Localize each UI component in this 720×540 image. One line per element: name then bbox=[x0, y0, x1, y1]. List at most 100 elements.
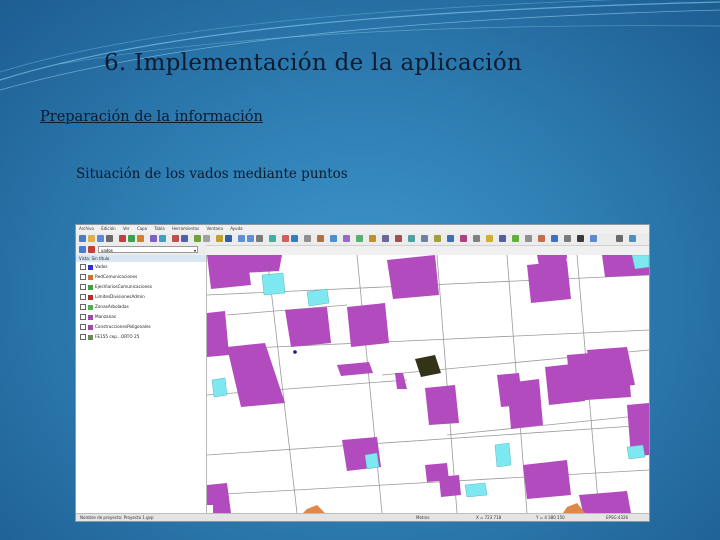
snap-icon[interactable] bbox=[421, 235, 428, 242]
menu-item-herramientas[interactable]: Herramientas bbox=[172, 226, 199, 231]
gis-application-screenshot: Archivo Edición Ver Capa Tabla Herramien… bbox=[75, 224, 650, 522]
settings-icon[interactable] bbox=[564, 235, 571, 242]
layer-label: EjesViariosComunicaciones bbox=[95, 284, 153, 289]
menu-item-ver[interactable]: Ver bbox=[123, 226, 130, 231]
layer-visibility-checkbox[interactable] bbox=[80, 314, 86, 320]
menu-item-tabla[interactable]: Tabla bbox=[154, 226, 164, 231]
status-y: Y = 4 380 150 bbox=[536, 515, 565, 520]
layer-item-vados[interactable]: Vados bbox=[80, 263, 108, 271]
hyperlink-icon[interactable] bbox=[317, 235, 324, 242]
full-extent-icon[interactable] bbox=[269, 235, 276, 242]
magnifier-icon[interactable] bbox=[590, 235, 597, 242]
layer-visibility-checkbox[interactable] bbox=[80, 334, 86, 340]
table-grid-icon[interactable] bbox=[577, 235, 584, 242]
undo-icon[interactable] bbox=[395, 235, 402, 242]
edit-icon[interactable] bbox=[172, 235, 179, 242]
delete-icon[interactable] bbox=[119, 235, 126, 242]
tool-icon[interactable] bbox=[525, 235, 532, 242]
new-icon[interactable] bbox=[79, 235, 86, 242]
rotate-icon[interactable] bbox=[473, 235, 480, 242]
geoprocess-icon[interactable] bbox=[356, 235, 363, 242]
select-icon[interactable] bbox=[225, 235, 232, 242]
open-icon[interactable] bbox=[88, 235, 95, 242]
layer-item-redcomunicaciones[interactable]: RedComunicaciones bbox=[80, 273, 137, 281]
layer-symbol-icon bbox=[88, 264, 93, 270]
secondary-toolbar: vados ▾ bbox=[76, 245, 206, 255]
layer-item-zonasarboladas[interactable]: ZonasArboladas bbox=[80, 303, 129, 311]
polygon-icon[interactable] bbox=[216, 235, 223, 242]
layer-visibility-checkbox[interactable] bbox=[80, 304, 86, 310]
map-view[interactable] bbox=[207, 255, 649, 513]
layer-item-limites[interactable]: LimitesDivisionesAdmin bbox=[80, 293, 145, 301]
layer-visibility-checkbox[interactable] bbox=[80, 294, 86, 300]
menu-item-archivo[interactable]: Archivo bbox=[79, 226, 94, 231]
zoom-out-icon[interactable] bbox=[247, 235, 254, 242]
point-icon[interactable] bbox=[194, 235, 201, 242]
layer-symbol-icon bbox=[88, 294, 93, 300]
layer-symbol-icon bbox=[88, 304, 93, 310]
line-icon[interactable] bbox=[203, 235, 210, 242]
menu-item-ventana[interactable]: Ventana bbox=[206, 226, 222, 231]
layer-select[interactable]: vados ▾ bbox=[98, 246, 198, 253]
layer-item-ejesviarios[interactable]: EjesViariosComunicaciones bbox=[80, 283, 152, 291]
menu-item-capa[interactable]: Capa bbox=[137, 226, 147, 231]
map-canvas[interactable] bbox=[207, 255, 649, 513]
layer-visibility-checkbox[interactable] bbox=[80, 284, 86, 290]
move-icon[interactable] bbox=[460, 235, 467, 242]
layer-symbol-icon bbox=[88, 314, 93, 320]
layer-symbol-icon bbox=[88, 284, 93, 290]
menu-item-edicion[interactable]: Edición bbox=[101, 226, 115, 231]
locator-icon[interactable] bbox=[330, 235, 337, 242]
save-icon[interactable] bbox=[97, 235, 104, 242]
slide-title: 6. Implementación de la aplicación bbox=[104, 50, 523, 76]
layer-select-value: vados bbox=[101, 248, 113, 253]
layout-icon[interactable] bbox=[159, 235, 166, 242]
web-icon[interactable] bbox=[551, 235, 558, 242]
pan-icon[interactable] bbox=[256, 235, 263, 242]
layer-item-manzanas[interactable]: Manzanas bbox=[80, 313, 116, 321]
search-icon[interactable] bbox=[499, 235, 506, 242]
query-icon[interactable] bbox=[382, 235, 389, 242]
menu-item-ayuda[interactable]: Ayuda bbox=[230, 226, 242, 231]
layer-visibility-checkbox[interactable] bbox=[80, 274, 86, 280]
status-bar: Nombre de proyecto: Proyecto 1.gvp Metro… bbox=[76, 513, 649, 521]
layer-label: ZonasArboladas bbox=[95, 304, 129, 309]
layer-item-construcciones[interactable]: ConstruccionesPoligonales bbox=[80, 323, 151, 331]
photo-icon[interactable] bbox=[538, 235, 545, 242]
print-icon[interactable] bbox=[106, 235, 113, 242]
area-icon[interactable] bbox=[304, 235, 311, 242]
export-icon[interactable] bbox=[512, 235, 519, 242]
grid-icon[interactable] bbox=[434, 235, 441, 242]
selected-building[interactable] bbox=[415, 355, 441, 377]
layer-icon[interactable] bbox=[79, 246, 86, 253]
bullet-text: Situación de los vados mediante puntos bbox=[76, 166, 348, 182]
layer-item-orto[interactable]: FE155 cep...ORTO 25 bbox=[80, 333, 139, 341]
status-x: X = 723 718 bbox=[476, 515, 502, 520]
layer-symbol-icon bbox=[88, 274, 93, 280]
info-icon[interactable] bbox=[282, 235, 289, 242]
filter-funnel-icon[interactable] bbox=[486, 235, 493, 242]
roadway-polygon bbox=[303, 505, 325, 513]
redo-icon[interactable] bbox=[408, 235, 415, 242]
help-icon[interactable] bbox=[616, 235, 623, 242]
menu-bar: Archivo Edición Ver Capa Tabla Herramien… bbox=[76, 225, 649, 233]
vertex-icon[interactable] bbox=[447, 235, 454, 242]
vado-point[interactable] bbox=[293, 350, 297, 354]
layer-label: Vados bbox=[95, 264, 108, 269]
layer-visibility-checkbox[interactable] bbox=[80, 264, 86, 270]
layer-symbol-icon bbox=[88, 324, 93, 330]
window-icon[interactable] bbox=[629, 235, 636, 242]
zoom-in-icon[interactable] bbox=[238, 235, 245, 242]
graph-icon[interactable] bbox=[343, 235, 350, 242]
table-icon[interactable] bbox=[150, 235, 157, 242]
remove-layer-icon[interactable] bbox=[88, 246, 95, 253]
filter-icon[interactable] bbox=[369, 235, 376, 242]
measure-icon[interactable] bbox=[291, 235, 298, 242]
layer-label: Manzanas bbox=[95, 314, 116, 319]
layer-visibility-checkbox[interactable] bbox=[80, 324, 86, 330]
properties-icon[interactable] bbox=[137, 235, 144, 242]
add-layer-icon[interactable] bbox=[128, 235, 135, 242]
chevron-down-icon: ▾ bbox=[193, 248, 196, 253]
view-icon[interactable] bbox=[181, 235, 188, 242]
status-project: Nombre de proyecto: Proyecto 1.gvp bbox=[80, 515, 154, 520]
